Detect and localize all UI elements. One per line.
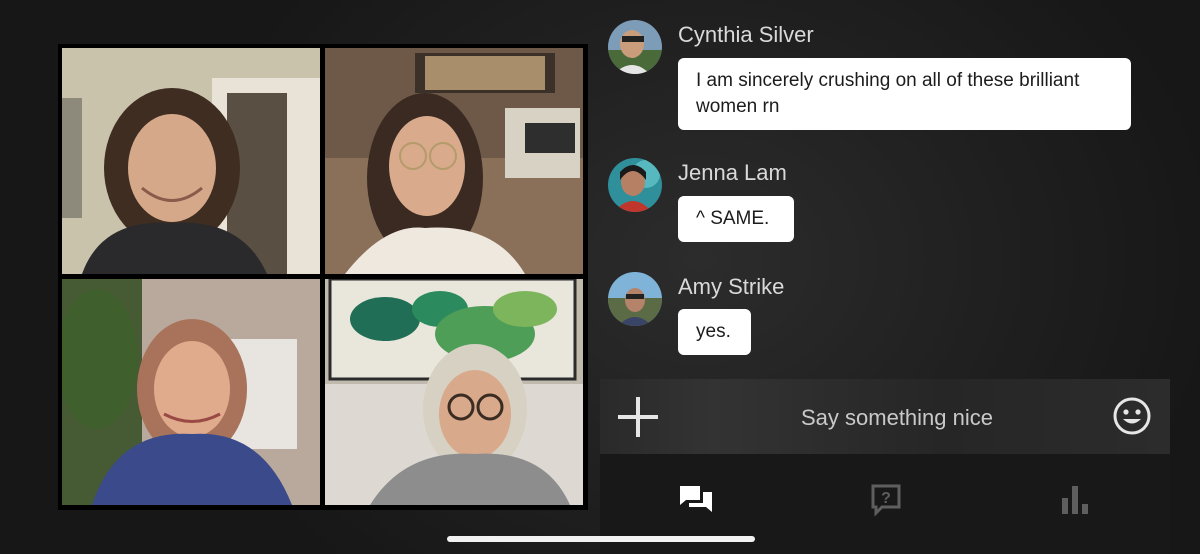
svg-text:?: ? [881, 490, 891, 507]
question-icon: ? [871, 484, 901, 517]
tab-polls[interactable] [1056, 480, 1096, 520]
home-indicator[interactable] [447, 536, 755, 542]
tab-questions[interactable]: ? [866, 480, 906, 520]
sender-name: Amy Strike [678, 274, 785, 299]
sender-name: Jenna Lam [678, 160, 787, 185]
avatar[interactable] [608, 158, 662, 212]
video-tile-participant-2[interactable] [325, 48, 583, 274]
message-composer [600, 379, 1170, 454]
video-tile-participant-1[interactable] [62, 48, 320, 274]
message-bubble: ^ SAME. [678, 196, 794, 242]
plus-icon[interactable] [618, 397, 658, 437]
message-bubble: I am sincerely crushing on all of these … [678, 58, 1131, 130]
chat-bubbles-icon [680, 486, 712, 512]
avatar[interactable] [608, 272, 662, 326]
message-bubble: yes. [678, 309, 751, 355]
message-input[interactable] [690, 397, 1104, 439]
sender-name: Cynthia Silver [678, 22, 814, 47]
video-tile-participant-4[interactable] [325, 279, 583, 505]
avatar[interactable] [608, 20, 662, 74]
chat-panel: Cynthia Silver I am sincerely crushing o… [600, 0, 1180, 380]
video-grid [58, 44, 588, 510]
smiley-icon[interactable] [1112, 396, 1152, 436]
tab-chat[interactable] [676, 480, 716, 520]
video-tile-participant-3[interactable] [62, 279, 320, 505]
bar-chart-icon [1062, 486, 1088, 514]
